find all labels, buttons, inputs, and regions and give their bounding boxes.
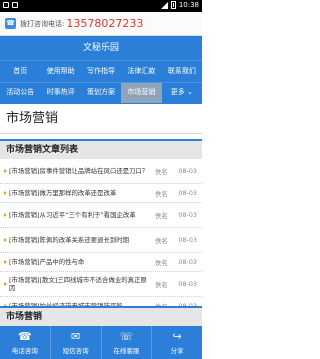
sms-consult-button[interactable]: ✉ 短信咨询 bbox=[51, 326, 102, 359]
clock: 10:38 bbox=[178, 1, 199, 9]
list-item[interactable]: [市场营销]产品中的性与命 佚名 08-03 bbox=[0, 253, 202, 272]
nav-divider bbox=[0, 82, 202, 83]
call-number[interactable]: 13578027233 bbox=[66, 17, 143, 30]
article-author: 佚名 bbox=[155, 167, 168, 176]
main-nav: 首页 使用帮助 写作指导 法律汇款 联系我们 活动公告 时事热评 策划方案 市场… bbox=[0, 60, 202, 104]
article-author: 佚名 bbox=[155, 189, 168, 198]
list-header: 市场营销文章列表 bbox=[0, 139, 202, 159]
online-service-button[interactable]: ☏ 在线客服 bbox=[102, 326, 153, 359]
bullet-icon bbox=[4, 191, 7, 195]
notification-icon bbox=[3, 2, 9, 8]
nav-help[interactable]: 使用帮助 bbox=[40, 61, 80, 82]
share-button[interactable]: ↪ 分享 bbox=[152, 326, 202, 359]
nav-row-1: 首页 使用帮助 写作指导 法律汇款 联系我们 bbox=[0, 61, 202, 82]
article-title[interactable]: [市场营销][散文]三四线城市不适合做业的真正原因 bbox=[9, 276, 151, 292]
category-title: 市场营销 bbox=[0, 104, 202, 134]
nav-announcements[interactable]: 活动公告 bbox=[0, 82, 40, 103]
nav-home[interactable]: 首页 bbox=[0, 61, 40, 82]
sms-consult-label: 短信咨询 bbox=[62, 346, 89, 355]
nav-writing-guide[interactable]: 写作指导 bbox=[81, 61, 121, 82]
article-title[interactable]: [市场营销]产品中的性与命 bbox=[9, 258, 151, 266]
chevron-down-icon: ⌄ bbox=[187, 88, 193, 96]
nav-row-2: 活动公告 时事热评 策划方案 市场营销 更多 ⌄ bbox=[0, 82, 202, 103]
phone-icon: ☎ bbox=[5, 18, 16, 29]
phone-consult-label: 电话咨询 bbox=[11, 346, 38, 355]
phone-icon: ☎ bbox=[18, 329, 32, 343]
article-title[interactable]: [市场营销]从习近平“三个有利于”看国企改革 bbox=[9, 211, 151, 219]
nav-legal[interactable]: 法律汇款 bbox=[121, 61, 161, 82]
phone-consult-button[interactable]: ☎ 电话咨询 bbox=[0, 326, 51, 359]
status-bar: 10:38 bbox=[0, 0, 202, 12]
article-date: 08-03 bbox=[178, 167, 197, 175]
article-title[interactable]: [市场营销]做万里那样的改革还是改革 bbox=[9, 189, 151, 197]
article-date: 08-03 bbox=[178, 189, 197, 197]
bullet-icon bbox=[4, 282, 7, 286]
list-item[interactable]: [市场营销]做万里那样的改革还是改革 佚名 08-03 bbox=[0, 184, 202, 203]
battery-icon bbox=[170, 1, 176, 9]
nav-contact[interactable]: 联系我们 bbox=[162, 61, 202, 82]
list-item[interactable]: [市场营销][散文]三四线城市不适合做业的真正原因 佚名 08-03 bbox=[0, 272, 202, 297]
article-title[interactable]: [市场营销]房事件营销让品牌站在风口还是刀口？ bbox=[9, 167, 151, 175]
article-list: [市场营销]房事件营销让品牌站在风口还是刀口？ 佚名 08-03 [市场营销]做… bbox=[0, 159, 202, 316]
bottom-bar: ☎ 电话咨询 ✉ 短信咨询 ☏ 在线客服 ↪ 分享 bbox=[0, 326, 202, 359]
chat-icon: ☏ bbox=[119, 329, 134, 343]
bullet-icon bbox=[4, 169, 7, 173]
nav-marketing[interactable]: 市场营销 bbox=[121, 82, 162, 103]
bullet-icon bbox=[4, 238, 7, 242]
article-title[interactable]: [市场营销]陈佩的改革关系还要退长到时期 bbox=[9, 236, 151, 244]
section-header: 市场营销 bbox=[0, 306, 202, 326]
share-icon: ↪ bbox=[172, 329, 182, 343]
call-bar[interactable]: ☎ 拨打咨询电话: 13578027233 bbox=[0, 12, 202, 36]
call-label: 拨打咨询电话: bbox=[20, 19, 65, 28]
article-date: 08-03 bbox=[178, 258, 197, 266]
article-author: 佚名 bbox=[155, 258, 168, 267]
article-date: 08-03 bbox=[178, 280, 197, 288]
nav-planning[interactable]: 策划方案 bbox=[81, 82, 121, 103]
article-date: 08-03 bbox=[178, 236, 197, 244]
article-date: 08-03 bbox=[178, 211, 197, 219]
list-item[interactable]: [市场营销]房事件营销让品牌站在风口还是刀口？ 佚名 08-03 bbox=[0, 159, 202, 184]
nav-more[interactable]: 更多 ⌄ bbox=[162, 82, 202, 103]
page-title: 文秘乐园 bbox=[0, 36, 202, 60]
sms-icon: ✉ bbox=[71, 329, 81, 343]
article-author: 佚名 bbox=[155, 211, 168, 220]
share-label: 分享 bbox=[170, 346, 184, 355]
bullet-icon bbox=[4, 260, 7, 264]
list-item[interactable]: [市场营销]陈佩的改革关系还要退长到时期 佚名 08-03 bbox=[0, 228, 202, 253]
list-item[interactable]: [市场营销]从习近平“三个有利于”看国企改革 佚名 08-03 bbox=[0, 203, 202, 228]
online-service-label: 在线客服 bbox=[113, 346, 140, 355]
bullet-icon bbox=[4, 213, 7, 217]
signal-icon bbox=[160, 1, 168, 9]
notification-icon-2 bbox=[12, 2, 18, 8]
article-author: 佚名 bbox=[155, 236, 168, 245]
article-author: 佚名 bbox=[155, 280, 168, 289]
nav-current-affairs[interactable]: 时事热评 bbox=[40, 82, 80, 103]
